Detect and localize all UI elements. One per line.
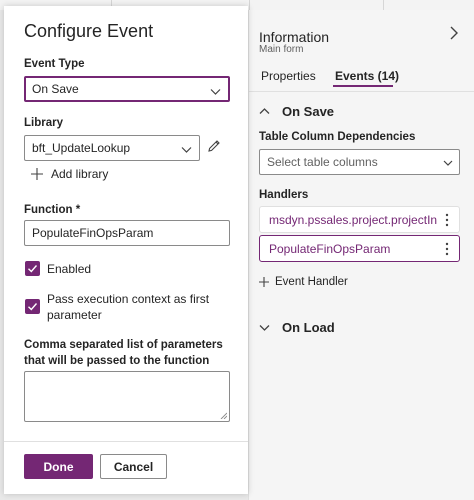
enabled-label: Enabled (47, 262, 92, 276)
chevron-down-icon (443, 160, 453, 166)
event-type-label: Event Type (24, 58, 85, 70)
library-value: bft_UpdateLookup (32, 141, 131, 155)
enabled-checkbox[interactable] (25, 261, 40, 276)
more-vertical-icon[interactable] (445, 241, 449, 257)
add-library-button[interactable]: Add library (31, 167, 108, 181)
checkmark-icon (28, 303, 38, 311)
on-save-section-label: On Save (282, 104, 335, 119)
checkmark-icon (28, 265, 38, 273)
active-tab-indicator (333, 85, 393, 87)
dependencies-select[interactable]: Select table columns (259, 149, 460, 175)
chevron-down-icon (210, 89, 221, 95)
plus-icon (259, 277, 269, 287)
pencil-icon[interactable] (207, 139, 221, 153)
on-load-section-label: On Load (282, 320, 335, 335)
params-label-line2: that will be passed to the function (24, 355, 210, 367)
chevron-down-icon (259, 325, 270, 331)
more-vertical-icon[interactable] (445, 212, 449, 228)
handler-item[interactable]: msdyn.pssales.project.projectIn (259, 206, 460, 233)
function-input[interactable]: PopulateFinOpsParam (24, 220, 230, 246)
event-type-value: On Save (32, 82, 79, 96)
properties-panel: Information Main form Properties Events … (248, 10, 474, 500)
params-textarea[interactable] (24, 371, 230, 422)
handler-item-selected[interactable]: PopulateFinOpsParam (259, 235, 460, 262)
add-event-handler-label: Event Handler (275, 276, 348, 288)
function-value: PopulateFinOpsParam (32, 226, 154, 240)
event-type-select[interactable]: On Save (24, 76, 230, 102)
params-label-line1: Comma separated list of parameters (24, 339, 223, 351)
configure-event-dialog: Configure Event Event Type On Save Libra… (4, 6, 248, 494)
background-cell (250, 0, 384, 10)
resize-grip-icon[interactable] (220, 412, 227, 419)
chevron-up-icon (259, 108, 270, 114)
dependencies-placeholder: Select table columns (267, 155, 378, 169)
add-library-label: Add library (51, 167, 109, 181)
on-load-section-toggle[interactable]: On Load (259, 320, 335, 335)
dialog-title: Configure Event (24, 21, 154, 41)
panel-subtitle: Main form (259, 44, 304, 55)
panel-title: Information (259, 29, 330, 45)
pass-context-label-line1: Pass execution context as first (47, 292, 210, 306)
library-label: Library (24, 117, 63, 129)
function-label: Function * (24, 204, 81, 216)
handler-name: msdyn.pssales.project.projectIn (269, 213, 437, 227)
dialog-footer-divider (4, 441, 248, 442)
dependencies-label: Table Column Dependencies (259, 131, 416, 143)
tab-properties[interactable]: Properties (261, 69, 316, 83)
handler-name: PopulateFinOpsParam (269, 242, 391, 256)
chevron-down-icon (181, 147, 192, 153)
plus-icon (31, 168, 43, 180)
tab-events[interactable]: Events (14) (335, 69, 399, 83)
handlers-label: Handlers (259, 189, 309, 201)
tabs-divider (249, 91, 474, 92)
pass-context-checkbox[interactable] (25, 299, 40, 314)
pass-context-label: Pass execution context as first paramete… (47, 291, 209, 323)
chevron-right-icon[interactable] (447, 26, 461, 40)
add-event-handler-button[interactable]: Event Handler (259, 276, 348, 288)
on-save-section-toggle[interactable]: On Save (259, 104, 334, 119)
pass-context-label-line2: parameter (47, 308, 102, 322)
done-button[interactable]: Done (24, 454, 93, 479)
params-label: Comma separated list of parameters that … (24, 337, 223, 369)
library-select[interactable]: bft_UpdateLookup (24, 135, 200, 161)
cancel-button[interactable]: Cancel (100, 454, 167, 479)
